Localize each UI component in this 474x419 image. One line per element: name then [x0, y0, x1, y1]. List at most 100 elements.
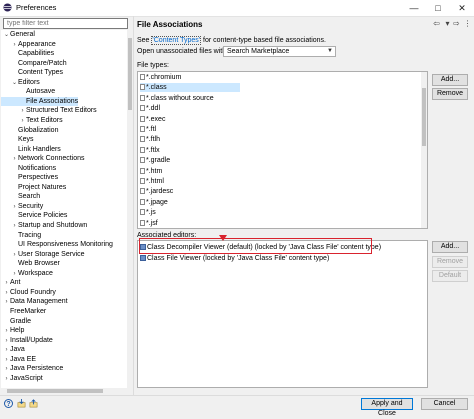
file-type-item[interactable]: *.ftlh: [140, 135, 240, 144]
more-menu-icon[interactable]: ⋮: [462, 18, 473, 29]
tree-item[interactable]: Service Policies: [1, 211, 67, 220]
tree-item[interactable]: UI Responsiveness Monitoring: [1, 240, 113, 249]
tree-item-label: Appearance: [18, 40, 56, 48]
tree-item[interactable]: › Startup and Shutdown: [1, 221, 88, 230]
tree-item[interactable]: › User Storage Service: [1, 250, 85, 259]
file-type-item[interactable]: *.htm: [140, 167, 240, 176]
file-type-item[interactable]: *.jsf: [140, 219, 240, 228]
filter-input[interactable]: [3, 18, 128, 29]
file-type-item[interactable]: *.ddl: [140, 104, 240, 113]
content-types-link[interactable]: 'Content Types': [151, 36, 202, 45]
file-type-label: *.exec: [146, 115, 166, 123]
tree-item[interactable]: Content Types: [1, 68, 63, 77]
tree-item[interactable]: Autosave: [1, 87, 55, 96]
file-type-label: *.js: [146, 209, 156, 217]
default-editor-button[interactable]: Default: [432, 270, 468, 282]
tree-item[interactable]: › Ant: [1, 278, 21, 287]
tree-item-label: Install/Update: [10, 336, 53, 344]
tree-item[interactable]: › Workspace: [1, 269, 53, 278]
file-type-item[interactable]: *.exec: [140, 115, 240, 124]
tree-item[interactable]: › Java: [1, 345, 25, 354]
apply-and-close-button[interactable]: Apply and Close: [361, 398, 413, 417]
tree-item-label: Service Policies: [18, 212, 68, 220]
title-bar: Preferences — □ ✕: [0, 0, 474, 17]
tree-item[interactable]: › Appearance: [1, 40, 56, 49]
tree-item[interactable]: Capabilities: [1, 49, 54, 58]
collapsed-chevron-icon[interactable]: ›: [3, 375, 10, 384]
tree-horizontal-scrollbar[interactable]: [1, 388, 127, 394]
file-type-item[interactable]: *.jpage: [140, 198, 240, 207]
back-arrow-icon[interactable]: ⇦: [431, 18, 442, 29]
tree-item[interactable]: ⌄General: [1, 30, 35, 39]
tree-item[interactable]: Notifications: [1, 164, 56, 173]
preference-tree[interactable]: ⌄General › Appearance Capabilities Compare/P…: [1, 30, 127, 388]
tree-item[interactable]: Link Handlers: [1, 145, 61, 154]
tree-item[interactable]: › Data Management: [1, 297, 68, 306]
file-type-item[interactable]: *.class: [140, 83, 240, 93]
tree-item[interactable]: File Associations: [1, 96, 79, 106]
tree-item[interactable]: Compare/Patch: [1, 59, 67, 68]
file-type-item[interactable]: *.class without source: [140, 94, 240, 103]
eclipse-app-icon: [3, 3, 12, 12]
tree-scroll-thumb[interactable]: [128, 38, 132, 110]
close-button[interactable]: ✕: [450, 0, 474, 16]
file-types-list[interactable]: *.chromium *.class *.class without source *…: [137, 71, 428, 229]
tree-item[interactable]: › Java Persistence: [1, 364, 64, 373]
hint-suffix: for content-type based file associations…: [201, 37, 326, 44]
unassociated-files-select[interactable]: Search Marketplace ▼: [223, 46, 336, 57]
file-type-item[interactable]: *.jardesc: [140, 187, 240, 196]
tree-item[interactable]: ⌄Editors: [1, 78, 40, 87]
tree-item[interactable]: › JavaScript: [1, 374, 43, 383]
import-icon[interactable]: [17, 399, 26, 408]
tree-item[interactable]: FreeMarker: [1, 307, 46, 316]
add-file-type-button[interactable]: Add...: [432, 74, 468, 86]
tree-item-label: Notifications: [18, 164, 57, 172]
tree-item[interactable]: › Structured Text Editors: [1, 106, 97, 115]
file-type-item[interactable]: *.js: [140, 208, 240, 217]
file-type-item[interactable]: *.ftl: [140, 125, 240, 134]
file-types-scrollbar[interactable]: [421, 72, 427, 228]
tree-item[interactable]: › Help: [1, 326, 25, 335]
tree-item-label: Content Types: [18, 69, 64, 77]
tree-item-label: Java: [10, 346, 25, 354]
forward-arrow-icon[interactable]: ⇨: [451, 18, 462, 29]
tree-item[interactable]: Web Browser: [1, 259, 60, 268]
add-editor-button[interactable]: Add...: [432, 241, 468, 253]
tree-item[interactable]: Project Natures: [1, 183, 66, 192]
export-icon[interactable]: [29, 399, 38, 408]
remove-file-type-button[interactable]: Remove: [432, 88, 468, 100]
maximize-button[interactable]: □: [426, 0, 450, 16]
tree-item-label: Web Browser: [18, 260, 60, 268]
file-icon: [140, 126, 145, 132]
tree-item[interactable]: › Java EE: [1, 355, 37, 364]
pane-divider[interactable]: [133, 16, 134, 396]
file-type-item[interactable]: *.chromium: [140, 73, 240, 82]
minimize-button[interactable]: —: [402, 0, 426, 16]
tree-hscroll-thumb[interactable]: [7, 389, 103, 393]
tree-item[interactable]: › Security: [1, 202, 44, 211]
tree-item[interactable]: › Text Editors: [1, 116, 63, 125]
cancel-button[interactable]: Cancel: [421, 398, 468, 410]
tree-item[interactable]: Gradle: [1, 317, 31, 326]
tree-item[interactable]: › Install/Update: [1, 336, 53, 345]
tree-item[interactable]: Globalization: [1, 126, 58, 135]
remove-editor-button[interactable]: Remove: [432, 256, 468, 268]
tree-item[interactable]: Keys: [1, 135, 34, 144]
tree-item[interactable]: Search: [1, 192, 40, 201]
tree-item[interactable]: › Network Connections: [1, 154, 85, 163]
file-icon: [140, 178, 145, 184]
file-type-item[interactable]: *.gradle: [140, 156, 240, 165]
tree-item[interactable]: Perspectives: [1, 173, 58, 182]
tree-item-label: Link Handlers: [18, 145, 61, 153]
file-type-item[interactable]: *.ftlx: [140, 146, 240, 155]
tree-item-label: UI Responsiveness Monitoring: [18, 241, 113, 249]
file-type-item[interactable]: *.html: [140, 177, 240, 186]
tree-item[interactable]: › Cloud Foundry: [1, 288, 56, 297]
help-icon[interactable]: ?: [4, 399, 13, 408]
file-types-scroll-thumb[interactable]: [422, 88, 426, 146]
tree-item[interactable]: Tracing: [1, 231, 41, 240]
tree-item-label: Startup and Shutdown: [18, 222, 88, 229]
editor-item[interactable]: Class File Viewer (locked by 'Java Class…: [140, 254, 329, 263]
associated-editors-list[interactable]: Class Decompiler Viewer (default) (locke…: [137, 240, 428, 388]
tree-item-label: Autosave: [26, 88, 56, 96]
